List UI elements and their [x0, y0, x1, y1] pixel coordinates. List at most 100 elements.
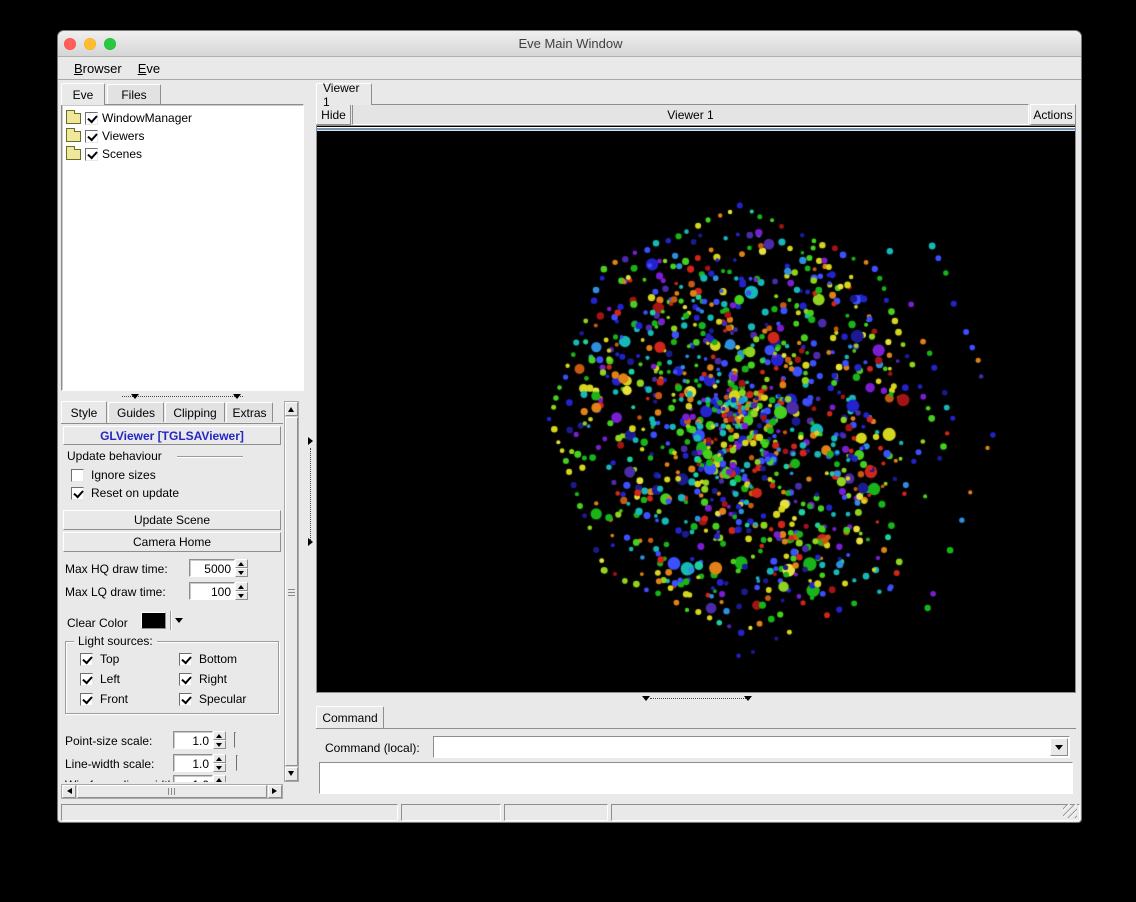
max-lq-spinner	[235, 582, 248, 600]
max-lq-input[interactable]: 100	[189, 582, 235, 600]
minimize-window-button[interactable]	[84, 38, 96, 50]
eve-tree: WindowManager Viewers Scenes	[61, 104, 304, 391]
camera-home-button[interactable]: Camera Home	[63, 532, 281, 552]
wireframe-width-label: Wireframe line-width	[65, 778, 174, 782]
titlebar: Eve Main Window	[58, 31, 1081, 57]
tab-command[interactable]: Command	[316, 706, 384, 728]
tree-item-viewers[interactable]: Viewers	[62, 127, 303, 145]
tab-viewer-1[interactable]: Viewer 1	[316, 81, 372, 109]
splitter-arrow-icon	[744, 696, 752, 701]
spin-down-icon[interactable]	[235, 591, 248, 600]
spin-down-icon[interactable]	[213, 763, 226, 772]
light-specular-checkbox[interactable]	[179, 692, 192, 706]
line-width-checkbox[interactable]	[236, 755, 238, 771]
tree-checkbox[interactable]	[85, 147, 98, 161]
reset-on-update-checkbox[interactable]	[71, 486, 84, 500]
max-lq-label: Max LQ draw time:	[65, 585, 166, 599]
light-sources-group: Light sources: Top Bottom Left Right Fro…	[65, 634, 279, 714]
close-window-button[interactable]	[64, 38, 76, 50]
max-hq-spinner	[235, 559, 248, 577]
line-width-input[interactable]: 1.0	[173, 754, 213, 772]
splitter-arrow-icon	[131, 394, 139, 399]
light-top-label: Top	[100, 652, 120, 666]
etched-line	[177, 456, 243, 458]
clear-color-dropdown-icon[interactable]	[175, 618, 183, 623]
menu-browser[interactable]: Browser	[66, 59, 130, 78]
tab-clipping[interactable]: Clipping	[165, 402, 225, 422]
spin-up-icon[interactable]	[213, 754, 226, 763]
wireframe-width-input[interactable]: 1.0	[173, 775, 213, 782]
tab-guides[interactable]: Guides	[108, 402, 164, 422]
max-hq-input[interactable]: 5000	[189, 559, 235, 577]
tab-eve[interactable]: Eve	[61, 83, 105, 105]
spin-up-icon[interactable]	[235, 559, 248, 568]
event-display-canvas[interactable]	[317, 133, 1075, 689]
scroll-left-icon	[67, 788, 72, 794]
status-section-2	[401, 804, 501, 821]
light-left-label: Left	[100, 672, 121, 686]
ignore-sizes-checkbox[interactable]	[71, 468, 84, 482]
actions-button[interactable]: Actions	[1030, 104, 1076, 125]
menu-eve[interactable]: Eve	[130, 59, 168, 78]
style-vertical-scrollbar[interactable]	[284, 401, 299, 782]
menubar: Browser Eve	[58, 57, 1081, 80]
main-window: Eve Main Window Browser Eve Eve Files Wi…	[57, 30, 1082, 823]
splitter-arrow-icon	[642, 696, 650, 701]
scrollbar-thumb[interactable]	[77, 785, 267, 798]
tree-item-label: Scenes	[102, 147, 143, 161]
style-horizontal-scrollbar[interactable]	[61, 784, 283, 799]
update-scene-button[interactable]: Update Scene	[63, 510, 281, 530]
chevron-down-icon	[1055, 745, 1063, 750]
light-bottom-checkbox[interactable]	[179, 652, 192, 666]
light-left-checkbox[interactable]	[80, 672, 93, 686]
spin-down-icon[interactable]	[235, 568, 248, 577]
light-top-checkbox[interactable]	[80, 652, 93, 666]
zoom-window-button[interactable]	[104, 38, 116, 50]
splitter-arrow-icon	[233, 394, 241, 399]
scroll-down-icon	[288, 771, 294, 776]
spin-up-icon[interactable]	[213, 731, 226, 740]
clear-color-label: Clear Color	[67, 616, 128, 630]
divider	[170, 611, 171, 630]
wireframe-width-spinner	[213, 775, 226, 782]
style-panel: GLViewer [TGLSAViewer] Update behaviour …	[61, 423, 283, 782]
splitter-dots	[310, 448, 311, 540]
folder-icon	[66, 145, 81, 160]
ignore-sizes-label: Ignore sizes	[91, 468, 156, 482]
command-output-textarea[interactable]	[319, 762, 1073, 794]
folder-icon	[66, 109, 81, 124]
tab-files[interactable]: Files	[107, 84, 161, 104]
scrollbar-thumb[interactable]	[285, 417, 298, 766]
folder-icon	[66, 127, 81, 142]
viewer-horizontal-splitter[interactable]	[316, 693, 1076, 704]
tree-item-label: WindowManager	[102, 111, 193, 125]
spin-down-icon[interactable]	[213, 740, 226, 749]
light-front-label: Front	[100, 692, 129, 706]
reset-on-update-label: Reset on update	[91, 486, 180, 500]
gl-viewport[interactable]	[316, 125, 1076, 693]
splitter-arrow-icon	[308, 437, 313, 445]
main-vertical-splitter[interactable]	[306, 80, 316, 801]
point-size-input[interactable]: 1.0	[173, 731, 213, 749]
clear-color-swatch[interactable]	[141, 612, 166, 629]
max-hq-label: Max HQ draw time:	[65, 562, 168, 576]
light-right-label: Right	[199, 672, 228, 686]
tree-item-scenes[interactable]: Scenes	[62, 145, 303, 163]
tree-checkbox[interactable]	[85, 111, 98, 125]
tree-checkbox[interactable]	[85, 129, 98, 143]
spin-up-icon[interactable]	[235, 582, 248, 591]
status-section-3	[504, 804, 608, 821]
glviewer-class-button[interactable]: GLViewer [TGLSAViewer]	[63, 426, 281, 445]
reset-on-update-row: Reset on update	[71, 486, 179, 500]
status-section-4	[611, 804, 1080, 821]
light-right-checkbox[interactable]	[179, 672, 192, 686]
point-size-checkbox[interactable]	[234, 732, 236, 748]
tab-extras[interactable]: Extras	[226, 402, 273, 422]
spin-up-icon[interactable]	[213, 775, 226, 782]
light-bottom-label: Bottom	[199, 652, 238, 666]
tree-item-windowmanager[interactable]: WindowManager	[62, 109, 303, 127]
light-front-checkbox[interactable]	[80, 692, 93, 706]
resize-grip[interactable]	[1063, 804, 1077, 818]
tab-style[interactable]: Style	[61, 401, 107, 423]
command-combobox[interactable]	[433, 736, 1070, 758]
